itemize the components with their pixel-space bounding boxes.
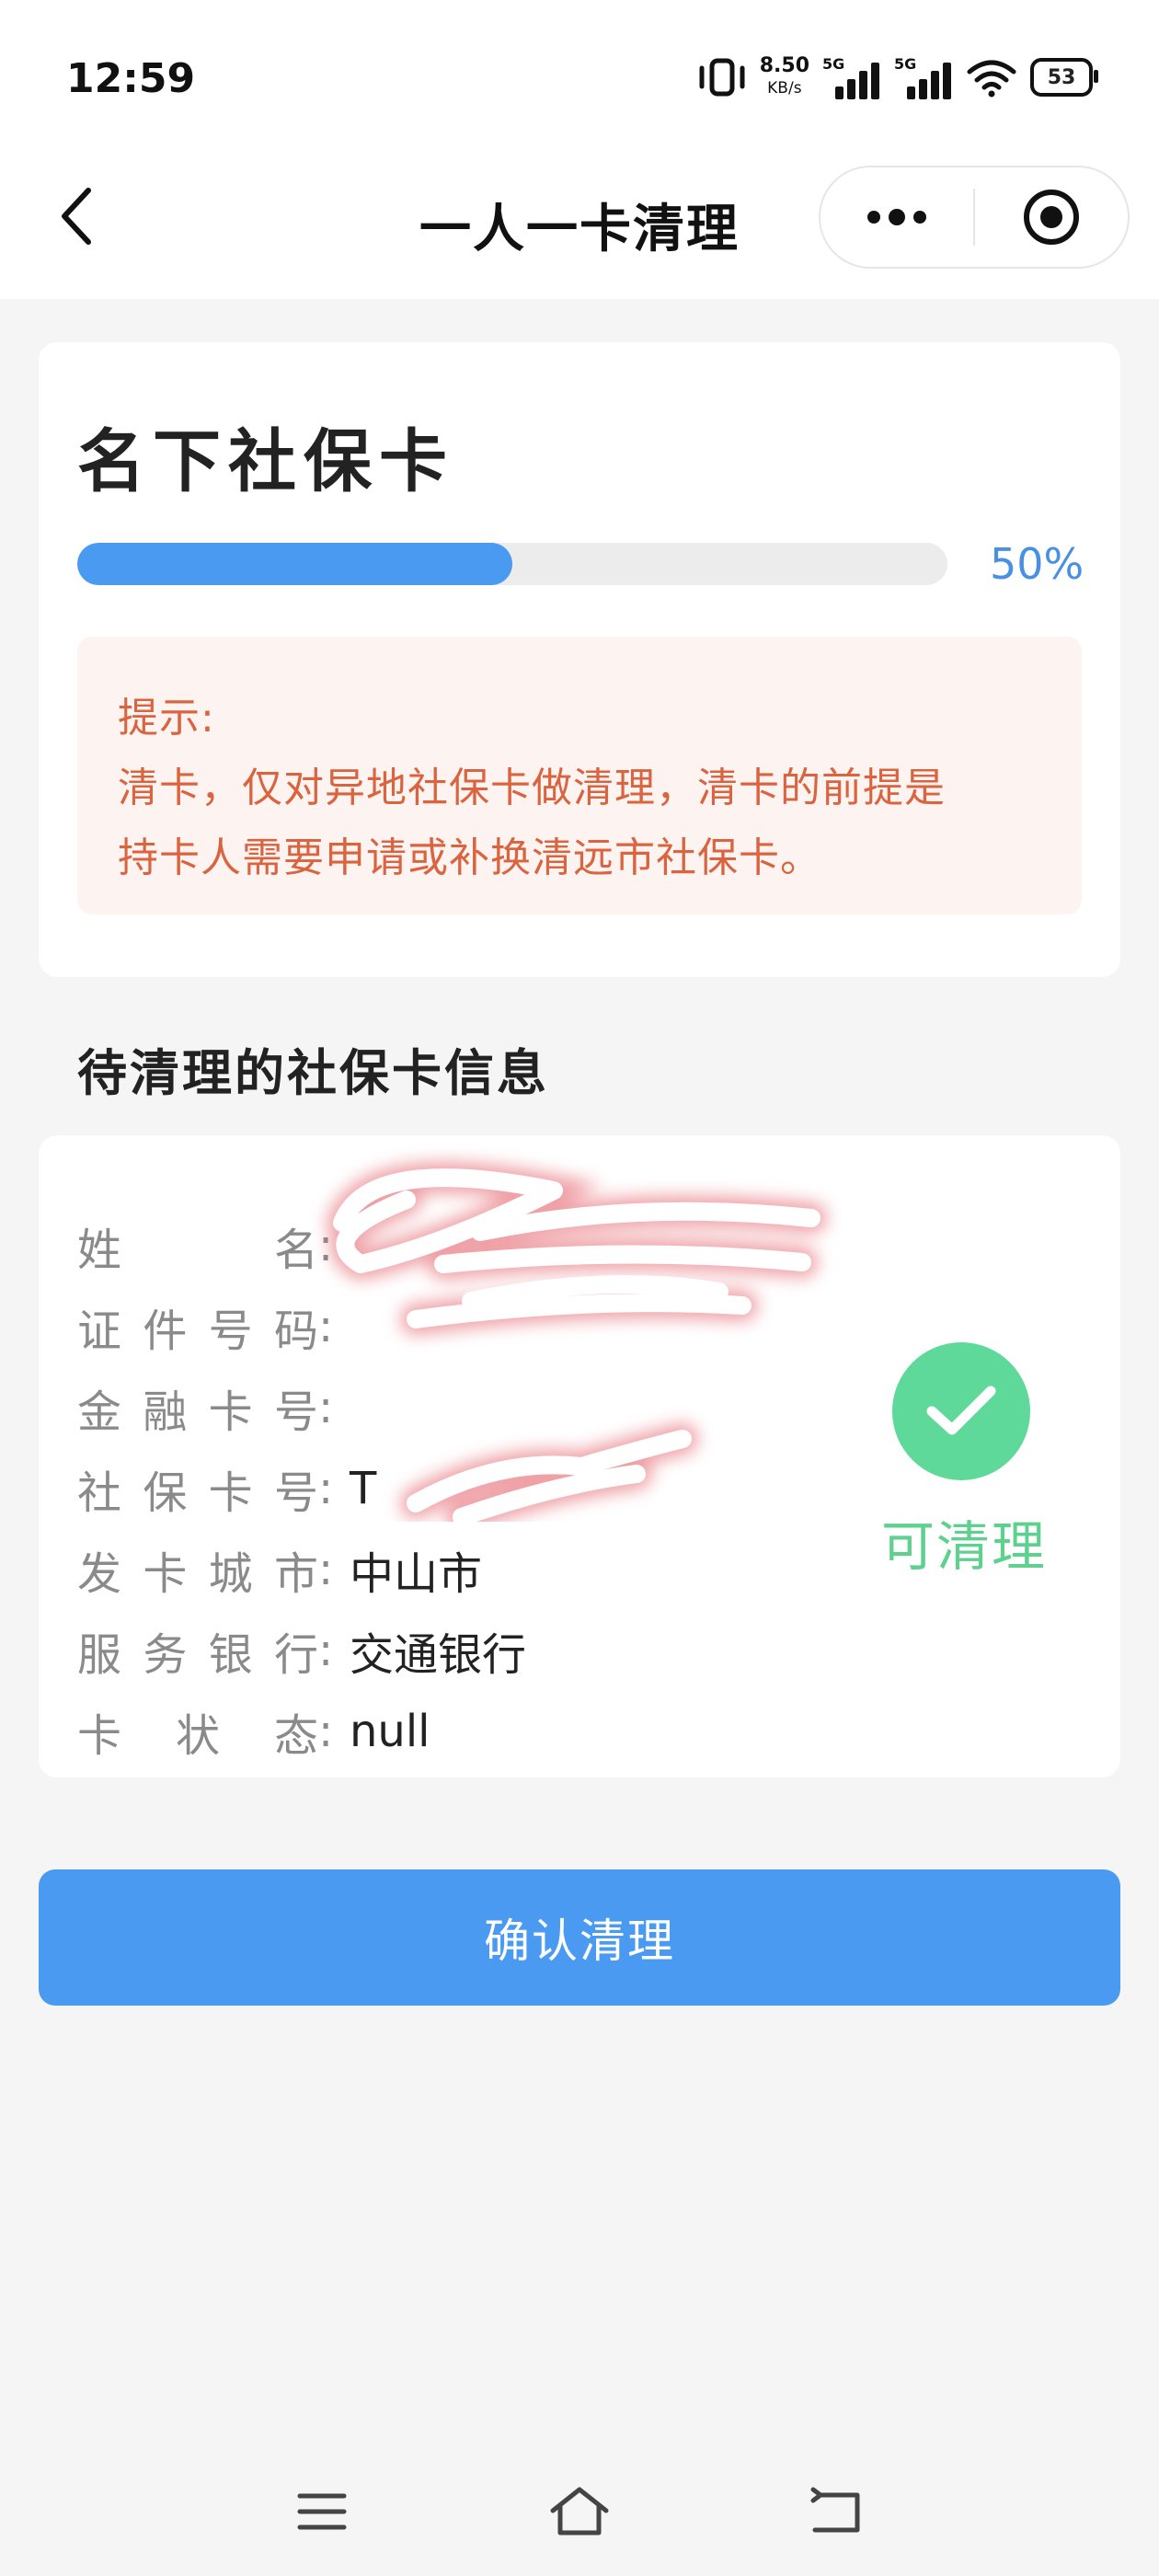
more-dots-icon [867, 209, 926, 225]
menu-icon [297, 2493, 347, 2530]
target-close-icon [1024, 190, 1079, 245]
label-social-card: 社保卡号 [77, 1467, 318, 1519]
progress-percent: 50% [990, 539, 1084, 589]
clearable-status-label: 可清理 [881, 1515, 1048, 1578]
return-icon [810, 2487, 860, 2533]
back-system-button[interactable] [800, 2475, 874, 2548]
info-row-city: 发卡城市 : 中山市 [77, 1537, 482, 1602]
status-time: 12:59 [66, 55, 196, 102]
tip-text-line-1: 清卡，仅对异地社保卡做清理，清卡的前提是 [118, 765, 946, 811]
confirm-clear-button[interactable]: 确认清理 [39, 1869, 1120, 2006]
home-button[interactable] [543, 2475, 616, 2548]
battery-level: 53 [1047, 65, 1076, 89]
signal-icon-2: 5G [894, 55, 953, 99]
value-status: null [350, 1706, 430, 1757]
card-info-panel: 姓名 : 证件号码 : 金融卡号 : 社保卡号 : T 发卡城市 : 中山市 服… [39, 1135, 1120, 1777]
info-row-bank: 服务银行 : 交通银行 [77, 1618, 526, 1683]
vibrate-icon [699, 58, 745, 97]
section-title: 待清理的社保卡信息 [77, 1044, 549, 1102]
status-icons: 8.50 KB/s 5G 5G 53 [697, 48, 1098, 107]
label-bank-card: 金融卡号 [77, 1386, 318, 1438]
menu-button[interactable] [285, 2475, 359, 2548]
nav-bar: 一人一卡清理 [0, 156, 1159, 299]
progress-bar [77, 543, 947, 585]
tip-label: 提示: [118, 695, 215, 742]
label-bank: 服务银行 [77, 1629, 318, 1681]
label-city: 发卡城市 [77, 1548, 318, 1600]
label-status: 卡状态 [77, 1710, 318, 1762]
battery-icon: 53 [1030, 58, 1098, 97]
label-name: 姓名 [77, 1225, 318, 1276]
value-city: 中山市 [350, 1548, 483, 1600]
home-icon [550, 2487, 609, 2536]
progress-fill [77, 543, 512, 585]
tip-box: 提示: 清卡，仅对异地社保卡做清理，清卡的前提是 持卡人需要申请或补换清远市社保… [77, 637, 1082, 914]
clearable-check-icon [892, 1342, 1030, 1480]
signal-tag-2: 5G [894, 55, 917, 73]
value-bank: 交通银行 [350, 1629, 527, 1681]
info-row-id-number: 证件号码 : [77, 1294, 350, 1359]
net-speed: 8.50 KB/s [760, 55, 809, 99]
net-speed-value: 8.50 [759, 54, 809, 77]
summary-card: 名下社保卡 50% 提示: 清卡，仅对异地社保卡做清理，清卡的前提是 持卡人需要… [39, 342, 1120, 977]
status-bar: 12:59 8.50 KB/s 5G 5G 53 [0, 0, 1159, 156]
more-button[interactable] [820, 167, 973, 267]
info-row-name: 姓名 : [77, 1213, 350, 1278]
tip-text-line-2: 持卡人需要申请或补换清远市社保卡。 [118, 834, 821, 881]
card-title: 名下社保卡 [77, 422, 454, 501]
wifi-icon [967, 60, 1016, 98]
miniprogram-capsule [819, 166, 1130, 269]
close-miniprogram-button[interactable] [975, 167, 1128, 267]
label-id-number: 证件号码 [77, 1305, 318, 1357]
signal-tag-1: 5G [822, 55, 845, 73]
info-row-bank-card: 金融卡号 : [77, 1375, 350, 1440]
signal-icon-1: 5G [822, 55, 881, 99]
value-social-card: T [350, 1463, 377, 1514]
info-row-social-card: 社保卡号 : T [77, 1456, 376, 1521]
net-speed-unit: KB/s [767, 79, 802, 98]
system-nav-bar [0, 2447, 1159, 2576]
info-row-status: 卡状态 : null [77, 1699, 430, 1764]
